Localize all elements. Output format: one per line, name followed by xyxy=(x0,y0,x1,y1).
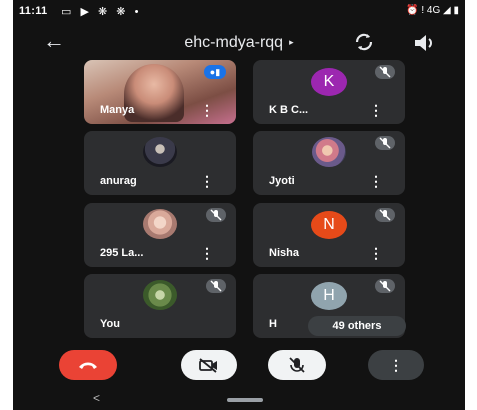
cast-icon: ▭ xyxy=(61,6,75,18)
status-time: 11:11 xyxy=(19,5,48,17)
participant-name: H xyxy=(269,318,277,330)
participant-name: K B C... xyxy=(269,104,309,116)
speaking-indicator-icon: ●▮ xyxy=(204,65,226,79)
play-icon: ▶ xyxy=(80,6,92,18)
participant-tile[interactable]: ●▮ Manya ⋮ xyxy=(84,60,236,124)
end-call-button[interactable] xyxy=(59,350,117,380)
meeting-code-text: ehc-mdya-rqq xyxy=(184,34,284,51)
settings-icon: ❋ xyxy=(98,6,111,18)
call-header: ← ehc-mdya-rqq ▸ xyxy=(13,26,465,60)
notification-icons: ▭ ▶ ❋ ❋ • xyxy=(61,5,141,18)
participant-name: Jyoti xyxy=(269,175,295,187)
participant-tile[interactable]: K K B C... ⋮ xyxy=(253,60,405,124)
avatar: K xyxy=(311,68,347,96)
camera-off-icon xyxy=(199,358,217,373)
tile-menu-icon[interactable]: ⋮ xyxy=(369,103,383,117)
participant-tile[interactable]: anurag ⋮ xyxy=(84,131,236,195)
participant-tile[interactable]: You xyxy=(84,274,236,338)
chevron-right-icon: ▸ xyxy=(289,37,294,48)
participant-name: Nisha xyxy=(269,247,299,259)
mic-off-icon xyxy=(375,65,395,79)
dot-icon: • xyxy=(134,6,142,18)
status-bar: 11:11 ▭ ▶ ❋ ❋ • ⏰ ! 4G ◢ ▮ xyxy=(13,0,465,24)
camera-toggle-button[interactable] xyxy=(181,350,237,380)
participant-name: anurag xyxy=(100,175,137,187)
more-options-button[interactable]: ⋮ xyxy=(368,350,424,380)
mic-off-icon xyxy=(206,208,226,222)
avatar xyxy=(312,137,346,167)
settings-icon: ❋ xyxy=(116,6,129,18)
mic-off-icon xyxy=(375,136,395,150)
nav-back-button[interactable]: < xyxy=(93,391,100,405)
mic-off-icon xyxy=(289,357,305,373)
participant-name: You xyxy=(100,318,120,330)
switch-camera-icon[interactable] xyxy=(351,30,377,54)
meet-screen: 11:11 ▭ ▶ ❋ ❋ • ⏰ ! 4G ◢ ▮ ← ehc-mdya-rq… xyxy=(13,0,465,410)
mic-off-icon xyxy=(375,208,395,222)
tile-menu-icon[interactable]: ⋮ xyxy=(369,246,383,260)
mic-toggle-button[interactable] xyxy=(268,350,326,380)
participant-name: 295 La... xyxy=(100,247,144,259)
others-count-badge[interactable]: 49 others xyxy=(308,316,406,336)
hang-up-icon xyxy=(79,362,97,369)
mic-off-icon xyxy=(375,279,395,293)
mic-off-icon xyxy=(206,279,226,293)
android-nav-bar: < xyxy=(13,390,465,410)
nav-home-pill[interactable] xyxy=(227,398,263,402)
speaker-icon[interactable] xyxy=(411,32,439,54)
avatar: H xyxy=(311,282,347,310)
avatar xyxy=(143,137,177,167)
avatar: N xyxy=(311,211,347,239)
participant-name: Manya xyxy=(100,104,135,116)
meeting-code[interactable]: ehc-mdya-rqq ▸ xyxy=(13,34,465,52)
participant-tile[interactable]: N Nisha ⋮ xyxy=(253,203,405,267)
tile-menu-icon[interactable]: ⋮ xyxy=(200,174,214,188)
participant-tile[interactable]: Jyoti ⋮ xyxy=(253,131,405,195)
avatar xyxy=(143,209,177,239)
avatar xyxy=(143,280,177,310)
tile-menu-icon[interactable]: ⋮ xyxy=(369,174,383,188)
tile-menu-icon[interactable]: ⋮ xyxy=(200,103,214,117)
participant-tile[interactable]: 295 La... ⋮ xyxy=(84,203,236,267)
tile-menu-icon[interactable]: ⋮ xyxy=(200,246,214,260)
system-status-icons: ⏰ ! 4G ◢ ▮ xyxy=(406,5,459,16)
